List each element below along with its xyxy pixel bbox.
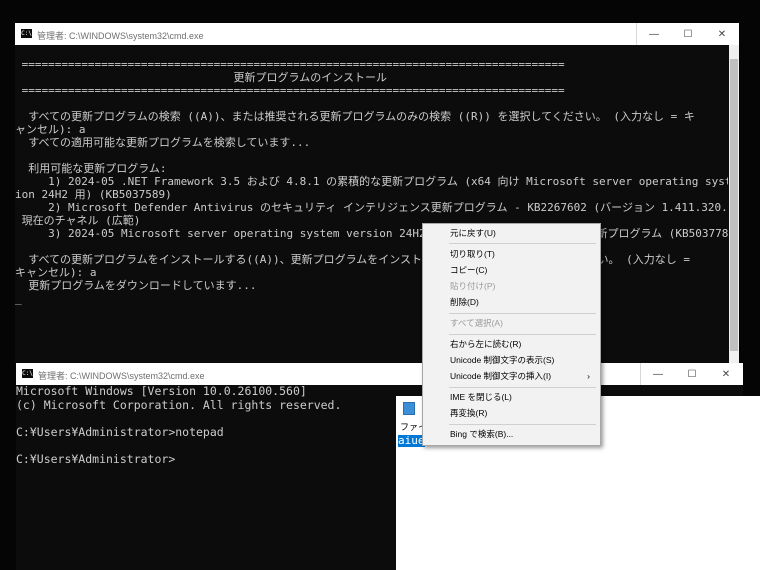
menu-item-reconvert[interactable]: 再変換(R) (425, 405, 598, 421)
minimize-icon: — (649, 28, 659, 40)
console-line: すべての更新プログラムをインストールする((A))、更新プログラムをインストール… (15, 253, 690, 266)
menu-item-label: Unicode 制御文字の表示(S) (450, 355, 555, 365)
menu-item-bing-search[interactable]: Bing で検索(B)... (425, 426, 598, 442)
menu-separator (449, 313, 596, 314)
menu-item-close-ime[interactable]: IME を閉じる(L) (425, 389, 598, 405)
menu-item-show-unicode[interactable]: Unicode 制御文字の表示(S) (425, 352, 598, 368)
console-line: _ (15, 292, 22, 305)
close-icon: ✕ (717, 28, 727, 40)
console-line: 1) 2024-05 .NET Framework 3.5 および 4.8.1 … (15, 175, 728, 188)
maximize-button[interactable]: ☐ (671, 23, 705, 45)
menu-item-select-all[interactable]: すべて選択(A) (425, 315, 598, 331)
console-line: 3) 2024-05 Microsoft server operating sy… (15, 227, 728, 240)
menu-item-label: Bing で検索(B)... (450, 429, 514, 439)
maximize-icon: ☐ (683, 28, 693, 40)
notepad-text-area[interactable]: aiue (396, 434, 760, 570)
menu-item-label: 削除(D) (450, 297, 479, 307)
console-line: 更新プログラムをダウンロードしています... (15, 279, 257, 292)
console-line: 利用可能な更新プログラム: (15, 162, 167, 175)
window-title: 管理者: C:\WINDOWS\system32\cmd.exe (37, 31, 204, 41)
maximize-icon: ☐ (687, 368, 697, 380)
menu-item-label: コピー(C) (450, 265, 488, 275)
console-output[interactable]: ========================================… (15, 45, 728, 365)
menu-item-label: 元に戻す(U) (450, 228, 496, 238)
notepad-icon (403, 402, 415, 415)
menu-item-undo[interactable]: 元に戻す(U) (425, 225, 598, 241)
menu-separator (449, 387, 596, 388)
menu-item-label: Unicode 制御文字の挿入(I) (450, 371, 552, 381)
console-line: ========================================… (15, 58, 565, 71)
console-line: すべての更新プログラムの検索 ((A))、または推奨される更新プログラムのみの検… (15, 110, 695, 123)
menu-item-copy[interactable]: コピー(C) (425, 262, 598, 278)
cmd-icon: C:\ (21, 29, 32, 38)
menu-separator (449, 334, 596, 335)
scrollbar[interactable] (729, 45, 739, 365)
minimize-button[interactable]: — (637, 23, 671, 45)
scrollbar-thumb[interactable] (730, 59, 738, 351)
menu-item-insert-unicode[interactable]: Unicode 制御文字の挿入(I) › (425, 368, 598, 384)
chevron-right-icon: › (587, 371, 590, 381)
menu-item-rtl-reading[interactable]: 右から左に読む(R) (425, 336, 598, 352)
selected-text: aiue (398, 434, 425, 447)
window-title: 管理者: C:\WINDOWS\system32\cmd.exe (38, 371, 205, 381)
maximize-button[interactable]: ☐ (675, 363, 709, 385)
console-line: 現在のチャネル (広範) (15, 214, 141, 227)
menu-item-label: IME を閉じる(L) (450, 392, 512, 402)
cmd-bottom-titlebar[interactable]: C:\ 管理者: C:\WINDOWS\system32\cmd.exe — ☐… (16, 363, 743, 385)
menu-item-paste[interactable]: 貼り付け(P) (425, 278, 598, 294)
cmd-window-top: C:\ 管理者: C:\WINDOWS\system32\cmd.exe — ☐… (15, 23, 739, 365)
minimize-button[interactable]: — (641, 363, 675, 385)
console-line: ========================================… (15, 84, 565, 97)
console-line: すべての適用可能な更新プログラムを検索しています... (15, 136, 311, 149)
menu-separator (449, 243, 596, 244)
close-button[interactable]: ✕ (705, 23, 739, 45)
context-menu: 元に戻す(U) 切り取り(T) コピー(C) 貼り付け(P) 削除(D) すべて… (422, 223, 601, 446)
close-button[interactable]: ✕ (709, 363, 743, 385)
console-line: 2) Microsoft Defender Antivirus のセキュリティ … (15, 201, 728, 214)
minimize-icon: — (653, 368, 663, 380)
console-line: 更新プログラムのインストール (15, 71, 387, 84)
menu-separator (449, 424, 596, 425)
menu-item-label: すべて選択(A) (450, 318, 503, 328)
console-line: ion 24H2 用) (KB5037589) (15, 188, 172, 201)
cmd-top-titlebar[interactable]: C:\ 管理者: C:\WINDOWS\system32\cmd.exe — ☐… (15, 23, 739, 45)
close-icon: ✕ (721, 368, 731, 380)
menu-item-label: 右から左に読む(R) (450, 339, 522, 349)
menu-item-cut[interactable]: 切り取り(T) (425, 246, 598, 262)
menu-item-label: 切り取り(T) (450, 249, 495, 259)
menu-item-delete[interactable]: 削除(D) (425, 294, 598, 310)
menu-item-label: 再変換(R) (450, 408, 488, 418)
cmd-icon: C:\ (22, 369, 33, 378)
console-line: ャンセル): a (15, 123, 86, 136)
console-line: キャンセル): a (15, 266, 97, 279)
menu-item-label: 貼り付け(P) (450, 281, 496, 291)
